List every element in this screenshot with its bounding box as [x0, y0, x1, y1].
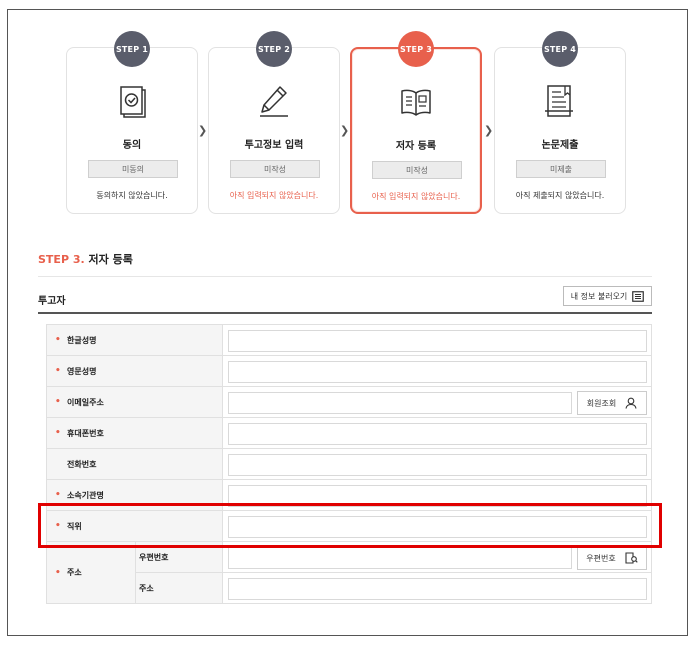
field-label: • 휴대폰번호	[46, 418, 223, 448]
form-row-address	[223, 573, 652, 604]
divider	[38, 312, 652, 314]
chevron-right-icon: ❯	[484, 124, 494, 137]
field-label: • 영문성명	[46, 356, 223, 386]
paper-submit-icon	[545, 85, 573, 117]
divider	[38, 276, 652, 277]
step-status-badge: 미제출	[516, 160, 606, 178]
document-list-icon	[632, 290, 645, 302]
address-sub-label: 주소	[136, 573, 223, 604]
pencil-icon	[260, 86, 288, 117]
postcode-search-button[interactable]: 우편번호	[577, 546, 647, 570]
section-step-title: 저자 등록	[88, 253, 133, 266]
required-mark: •	[55, 490, 61, 500]
required-mark: •	[55, 567, 61, 578]
field-label: 전화번호	[46, 449, 223, 479]
chevron-right-icon: ❯	[340, 124, 350, 137]
step-description: 아직 입력되지 않았습니다.	[229, 191, 319, 200]
author-form: • 한글성명 • 영문성명 • 이메일주소 회원조회 • 휴대폰번호 전화번호 • 소속기…	[46, 324, 652, 604]
step-badge: STEP 2	[256, 31, 292, 67]
phone-input[interactable]	[228, 454, 647, 476]
required-mark: •	[55, 335, 61, 345]
mobile-input[interactable]	[228, 423, 647, 445]
step-card-4[interactable]: STEP 4 논문제출 미제출 아직 제출되지 않았습니다.	[494, 31, 626, 214]
step-card-1[interactable]: STEP 1 동의 미동의 동의하지 않았습니다.	[66, 31, 198, 214]
step-status-badge: 미작성	[230, 160, 320, 178]
step-description: 동의하지 않았습니다.	[96, 191, 168, 200]
step-title: 논문제출	[541, 140, 579, 151]
field-label: • 이메일주소	[46, 387, 223, 417]
field-label: • 한글성명	[46, 325, 223, 355]
open-book-icon	[401, 89, 431, 116]
required-mark: •	[55, 366, 61, 376]
step-status-badge: 미작성	[372, 161, 462, 179]
step-title: 동의	[122, 140, 142, 151]
search-document-icon	[625, 552, 638, 564]
email-input[interactable]	[228, 392, 572, 414]
form-row-email: • 이메일주소 회원조회	[46, 387, 652, 418]
member-lookup-button[interactable]: 회원조회	[577, 391, 647, 415]
load-my-info-label: 내 정보 불러오기	[570, 291, 628, 301]
form-row-phone: 전화번호	[46, 449, 652, 480]
postcode-input[interactable]	[228, 547, 572, 569]
step-status-badge: 미동의	[88, 160, 178, 178]
step-badge: STEP 1	[114, 31, 150, 67]
form-row-english-name: • 영문성명	[46, 356, 652, 387]
postcode-search-label: 우편번호	[586, 553, 616, 563]
step-description: 아직 입력되지 않았습니다.	[371, 192, 461, 201]
step-title: 투고정보 입력	[244, 140, 304, 151]
step-description: 아직 제출되지 않았습니다.	[515, 191, 605, 200]
form-row-korean-name: • 한글성명	[46, 325, 652, 356]
agreement-document-icon	[120, 86, 146, 118]
highlight-box	[38, 503, 662, 548]
step-badge: STEP 3	[398, 31, 434, 67]
address-input[interactable]	[228, 578, 647, 600]
submitter-title: 투고자	[38, 296, 66, 307]
address-label: • 주소	[46, 542, 136, 604]
member-lookup-label: 회원조회	[586, 398, 617, 408]
step-card-3[interactable]: STEP 3 저자 등록 미작성 아직 입력되지 않았습니다.	[350, 31, 482, 214]
section-step-label: STEP 3.	[38, 253, 85, 266]
step-card-2[interactable]: STEP 2 투고정보 입력 미작성 아직 입력되지 않았습니다.	[208, 31, 340, 214]
section-title: STEP 3. 저자 등록	[38, 251, 133, 267]
required-mark: •	[55, 397, 61, 407]
required-mark: •	[55, 428, 61, 438]
korean-name-input[interactable]	[228, 330, 647, 352]
step-badge: STEP 4	[542, 31, 578, 67]
user-icon	[625, 397, 637, 409]
chevron-right-icon: ❯	[198, 124, 208, 137]
form-row-mobile: • 휴대폰번호	[46, 418, 652, 449]
load-my-info-button[interactable]: 내 정보 불러오기	[563, 286, 652, 306]
step-title: 저자 등록	[395, 141, 437, 152]
english-name-input[interactable]	[228, 361, 647, 383]
